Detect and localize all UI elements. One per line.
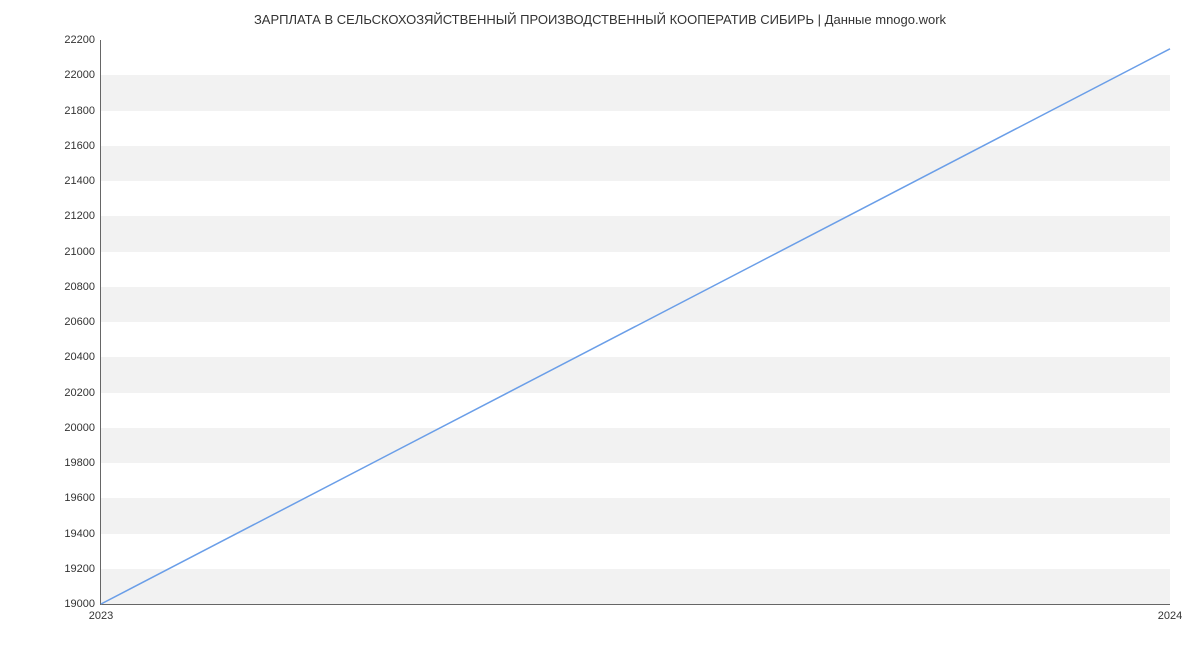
y-tick-label: 20400 xyxy=(64,351,101,363)
y-tick-label: 21800 xyxy=(64,105,101,117)
y-tick-label: 21400 xyxy=(64,175,101,187)
y-tick-label: 22000 xyxy=(64,69,101,81)
chart-title: ЗАРПЛАТА В СЕЛЬСКОХОЗЯЙСТВЕННЫЙ ПРОИЗВОД… xyxy=(0,0,1200,27)
y-tick-label: 21200 xyxy=(64,210,101,222)
y-tick-label: 19400 xyxy=(64,528,101,540)
y-tick-label: 20200 xyxy=(64,387,101,399)
y-tick-label: 20000 xyxy=(64,422,101,434)
y-tick-label: 21000 xyxy=(64,246,101,258)
y-tick-label: 20800 xyxy=(64,281,101,293)
y-tick-label: 19800 xyxy=(64,457,101,469)
y-tick-label: 20600 xyxy=(64,316,101,328)
x-tick-label: 2023 xyxy=(89,604,113,622)
y-tick-label: 19600 xyxy=(64,492,101,504)
y-tick-label: 21600 xyxy=(64,140,101,152)
plot-area: 1900019200194001960019800200002020020400… xyxy=(100,40,1170,605)
y-tick-label: 22200 xyxy=(64,34,101,46)
x-tick-label: 2024 xyxy=(1158,604,1182,622)
line-chart-svg xyxy=(101,40,1170,604)
y-tick-label: 19200 xyxy=(64,563,101,575)
chart-container: ЗАРПЛАТА В СЕЛЬСКОХОЗЯЙСТВЕННЫЙ ПРОИЗВОД… xyxy=(0,0,1200,650)
data-line xyxy=(101,49,1170,604)
